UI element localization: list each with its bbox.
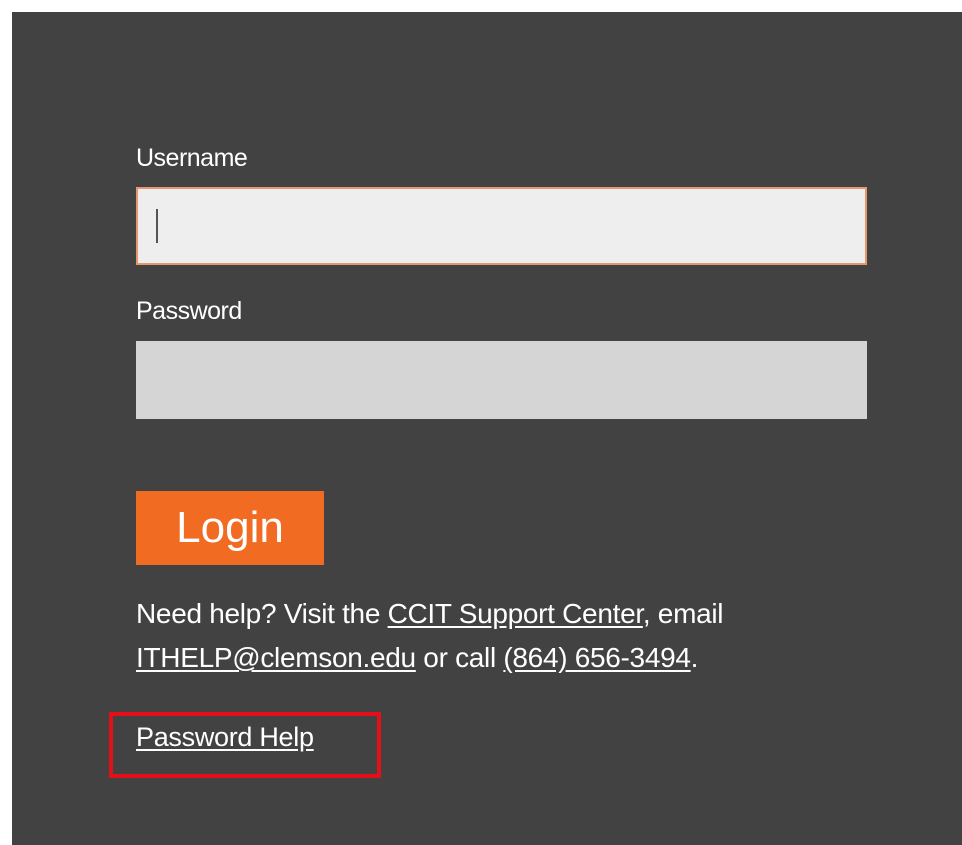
help-mid-1: , email [642,598,724,629]
username-input[interactable] [136,187,867,265]
highlight-box [109,712,381,778]
email-link[interactable]: ITHELP@clemson.edu [136,642,416,673]
support-center-link[interactable]: CCIT Support Center [388,598,644,629]
help-suffix: . [690,642,699,673]
login-button[interactable]: Login [136,491,324,565]
username-label: Username [136,144,248,172]
text-caret [156,209,158,243]
password-input[interactable] [136,341,867,419]
help-prefix: Need help? Visit the [136,598,388,629]
password-label: Password [136,297,242,325]
help-mid-2: or call [415,642,504,673]
phone-link[interactable]: (864) 656-3494 [503,642,691,673]
help-text: Need help? Visit the CCIT Support Center… [136,592,896,680]
